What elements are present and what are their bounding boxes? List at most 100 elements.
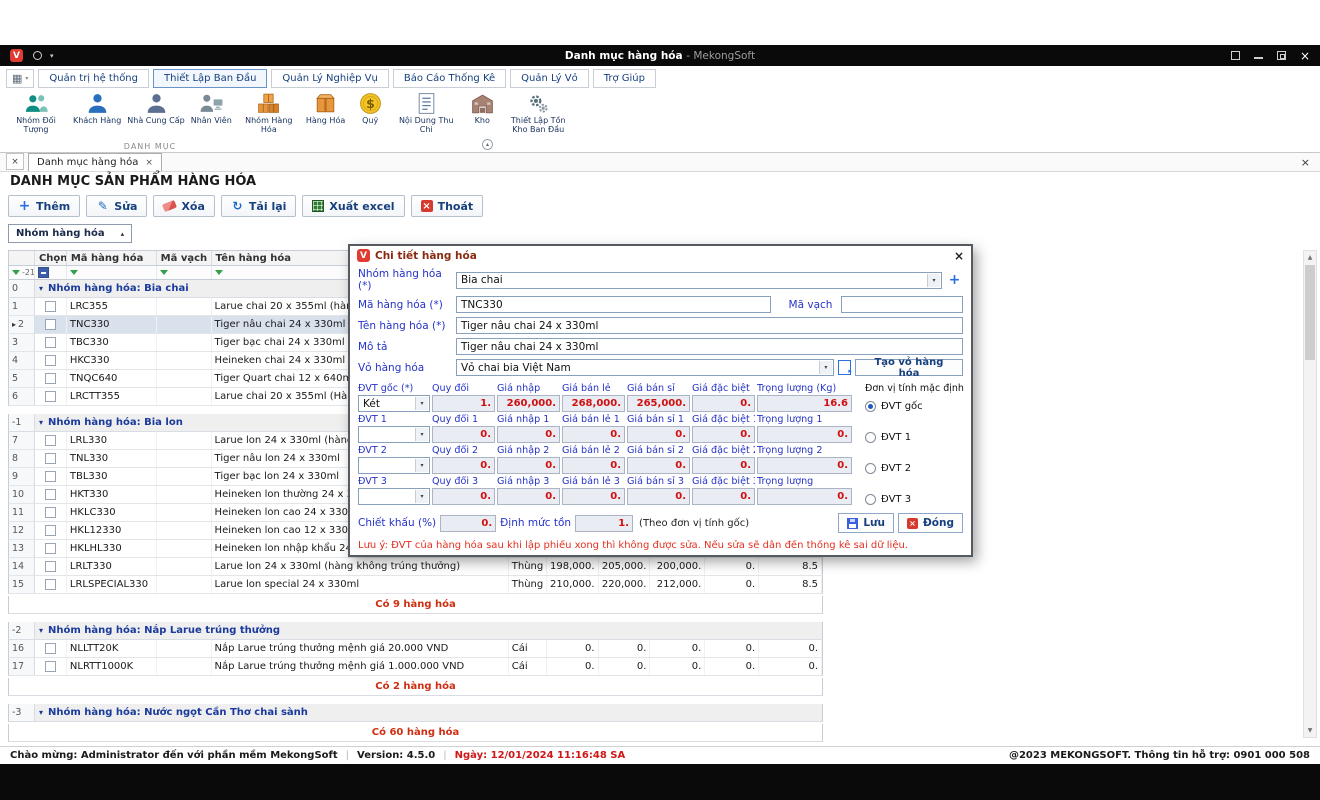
row-checkbox[interactable]	[45, 435, 56, 446]
row-checkbox[interactable]	[45, 561, 56, 572]
group-filter-dropdown[interactable]: Nhóm hàng hóa ▴	[8, 224, 132, 243]
checkbox-cell[interactable]	[35, 504, 67, 521]
unit-select[interactable]: ▾	[358, 426, 430, 443]
header-ma-vach[interactable]: Mã vạch	[157, 251, 212, 265]
default-unit-radio[interactable]: ĐVT gốc	[865, 401, 964, 412]
plus-button[interactable]: Thêm	[8, 195, 80, 217]
add-group-button[interactable]: +	[946, 272, 963, 289]
checkbox-cell[interactable]	[35, 558, 67, 575]
row-checkbox[interactable]	[45, 543, 56, 554]
scroll-up-icon[interactable]: ▲	[1304, 251, 1316, 264]
row-checkbox[interactable]	[45, 525, 56, 536]
ribbon-tab[interactable]: Quản trị hệ thống	[38, 69, 149, 88]
filter-icon[interactable]	[12, 270, 20, 275]
table-row[interactable]: 15LRLSPECIAL330Larue lon special 24 x 33…	[8, 576, 823, 594]
chevron-down-icon[interactable]: ▾	[415, 490, 428, 503]
header-ma-hang-hoa[interactable]: Mã hàng hóa	[67, 251, 157, 265]
row-checkbox[interactable]	[45, 373, 56, 384]
excel-button[interactable]: Xuất excel	[302, 195, 404, 217]
code-input[interactable]: TNC330	[456, 296, 771, 313]
ribbon-tab[interactable]: Trợ Giúp	[593, 69, 656, 88]
ribbon-item[interactable]: Nhóm Đối Tượng	[2, 90, 70, 135]
checkbox-cell[interactable]	[35, 370, 67, 387]
table-row[interactable]: 17NLRTT1000KNắp Larue trúng thưởng mệnh …	[8, 658, 823, 676]
minimize-icon[interactable]	[1254, 52, 1263, 59]
numeric-field[interactable]: 265,000.	[627, 395, 690, 412]
filter-cell[interactable]: -21	[9, 266, 35, 279]
pencil-button[interactable]: Sửa	[86, 195, 147, 217]
header-chon[interactable]: Chọn	[35, 251, 67, 265]
desc-input[interactable]: Tiger nâu chai 24 x 330ml	[456, 338, 963, 355]
dialog-close-icon[interactable]: ×	[954, 249, 964, 263]
ribbon-item[interactable]: Nhà Cung Cấp	[124, 90, 187, 126]
numeric-field[interactable]: 0.	[432, 488, 495, 505]
ribbon-tab[interactable]: Quản Lý Vỏ	[510, 69, 589, 88]
ribbon-item[interactable]: Khách Hàng	[70, 90, 124, 126]
name-input[interactable]: Tiger nâu chai 24 x 330ml	[456, 317, 963, 334]
select-all-checkbox[interactable]	[38, 267, 49, 278]
filter-icon[interactable]	[70, 270, 78, 275]
group-row[interactable]: -2▾Nhóm hàng hóa: Nắp Larue trúng thưởng	[8, 622, 823, 640]
numeric-field[interactable]: 0.	[497, 426, 560, 443]
row-checkbox[interactable]	[45, 643, 56, 654]
exit-button[interactable]: Thoát	[411, 195, 484, 217]
numeric-field[interactable]: 0.	[497, 488, 560, 505]
numeric-field[interactable]: 0.	[757, 488, 852, 505]
checkbox-cell[interactable]	[35, 540, 67, 557]
numeric-field[interactable]: 0.	[692, 457, 755, 474]
collapse-icon[interactable]: ▾	[39, 418, 43, 427]
refresh-button[interactable]: Tải lại	[221, 195, 297, 217]
numeric-field[interactable]: 1.	[432, 395, 495, 412]
numeric-field[interactable]: 0.	[627, 457, 690, 474]
row-checkbox[interactable]	[45, 301, 56, 312]
numeric-field[interactable]: 0.	[627, 426, 690, 443]
table-row[interactable]: 16NLLTT20KNắp Larue trúng thưởng mệnh gi…	[8, 640, 823, 658]
numeric-field[interactable]: 16.6	[757, 395, 852, 412]
checkbox-cell[interactable]	[35, 522, 67, 539]
discount-input[interactable]: 0.	[440, 515, 496, 532]
row-checkbox[interactable]	[45, 355, 56, 366]
ribbon-item[interactable]: Thiết Lập Tồn Kho Ban Đầu	[504, 90, 572, 135]
chevron-down-icon[interactable]: ▾	[415, 459, 428, 472]
shell-select[interactable]: Vỏ chai bia Việt Nam ▾	[456, 359, 834, 376]
unit-select[interactable]: ▾	[358, 457, 430, 474]
numeric-field[interactable]: 0.	[562, 457, 625, 474]
scrollbar-thumb[interactable]	[1305, 265, 1315, 360]
checkbox-cell[interactable]	[35, 468, 67, 485]
checkbox-cell[interactable]	[35, 298, 67, 315]
eraser-button[interactable]: Xóa	[153, 195, 214, 217]
row-checkbox[interactable]	[45, 579, 56, 590]
stock-input[interactable]: 1.	[575, 515, 633, 532]
unit-select[interactable]: ▾	[358, 488, 430, 505]
filter-cell[interactable]	[157, 266, 212, 279]
checkbox-cell[interactable]	[35, 316, 67, 333]
checkbox-cell[interactable]	[35, 658, 67, 675]
chevron-down-icon[interactable]: ▾	[50, 52, 54, 60]
fullscreen-icon[interactable]	[1231, 51, 1240, 60]
numeric-field[interactable]: 0.	[757, 426, 852, 443]
checkbox-cell[interactable]	[35, 576, 67, 593]
close-tab-icon[interactable]: ×	[145, 158, 153, 168]
row-checkbox[interactable]	[45, 471, 56, 482]
scroll-down-icon[interactable]: ▼	[1304, 724, 1316, 737]
table-row[interactable]: 14LRLT330Larue lon 24 x 330ml (hàng khôn…	[8, 558, 823, 576]
numeric-field[interactable]: 0.	[497, 457, 560, 474]
chevron-down-icon[interactable]: ▾	[415, 397, 428, 410]
checkbox-cell[interactable]	[35, 334, 67, 351]
numeric-field[interactable]: 0.	[692, 395, 755, 412]
vertical-scrollbar[interactable]: ▲ ▼	[1303, 250, 1317, 738]
window-menu-button[interactable]: ▦ ▾	[6, 69, 34, 88]
collapse-icon[interactable]: ▾	[39, 708, 43, 717]
close-strip-icon[interactable]: ×	[1297, 156, 1314, 171]
chevron-down-icon[interactable]: ▾	[927, 274, 940, 287]
numeric-field[interactable]: 268,000.	[562, 395, 625, 412]
barcode-input[interactable]	[841, 296, 963, 313]
checkbox-cell[interactable]	[35, 486, 67, 503]
row-checkbox[interactable]	[45, 337, 56, 348]
ribbon-item[interactable]: Nhân Viên	[188, 90, 235, 126]
unit-select[interactable]: Két▾	[358, 395, 430, 412]
row-checkbox[interactable]	[45, 391, 56, 402]
numeric-field[interactable]: 0.	[692, 426, 755, 443]
checkbox-cell[interactable]	[35, 432, 67, 449]
row-checkbox[interactable]	[45, 319, 56, 330]
